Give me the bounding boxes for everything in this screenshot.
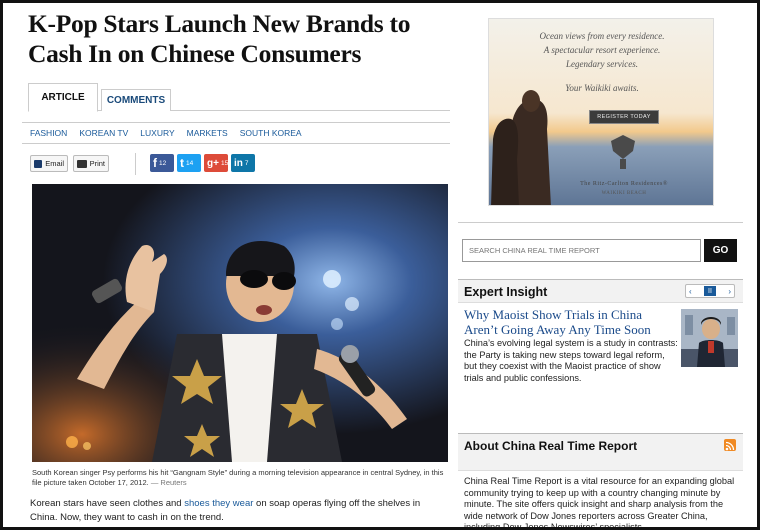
linkedin-count: 7 bbox=[244, 159, 249, 167]
caption-text: South Korean singer Psy performs his hit… bbox=[32, 468, 444, 487]
body-text-start: Korean stars have seen clothes and bbox=[30, 498, 185, 509]
about-title: About China Real Time Report bbox=[464, 439, 638, 453]
topic-luxury[interactable]: LUXURY bbox=[140, 128, 174, 138]
chevron-right-icon[interactable]: › bbox=[728, 287, 731, 296]
linkedin-icon: in bbox=[234, 157, 243, 169]
article-body: Korean stars have seen clothes and shoes… bbox=[30, 497, 450, 524]
print-button[interactable]: Print bbox=[73, 155, 109, 172]
topic-links: FASHION KOREAN TV LUXURY MARKETS SOUTH K… bbox=[22, 122, 450, 144]
expert-insight-title: Expert Insight bbox=[464, 285, 548, 299]
envelope-icon bbox=[34, 159, 43, 168]
facebook-count: 12 bbox=[159, 159, 167, 167]
ad-line-3: Legendary services. bbox=[566, 59, 638, 69]
googleplus-count: 15 bbox=[220, 159, 229, 167]
chevron-left-icon[interactable]: ‹ bbox=[689, 287, 692, 296]
caption-source: — Reuters bbox=[148, 478, 187, 487]
email-label: Email bbox=[45, 159, 64, 168]
rss-glyph bbox=[725, 441, 735, 451]
resort-advertisement[interactable]: Ocean views from every residence. A spec… bbox=[488, 18, 714, 206]
topic-fashion[interactable]: FASHION bbox=[30, 128, 67, 138]
search-input[interactable] bbox=[462, 239, 701, 262]
about-header: About China Real Time Report bbox=[458, 433, 743, 471]
ad-brand: The Ritz-Carlton Residences® bbox=[580, 181, 668, 187]
article-tabs: ARTICLE COMMENTS bbox=[28, 83, 450, 112]
twitter-count: 14 bbox=[186, 159, 194, 167]
about-description: China Real Time Report is a vital resour… bbox=[464, 476, 735, 530]
expert-insight-summary: China’s evolving legal system is a study… bbox=[464, 338, 678, 383]
expert-pager: ‹ II › bbox=[685, 284, 735, 298]
printer-icon bbox=[77, 159, 87, 168]
tab-comments[interactable]: COMMENTS bbox=[101, 89, 171, 111]
email-button[interactable]: Email bbox=[30, 155, 68, 172]
register-today-button[interactable]: REGISTER TODAY bbox=[589, 110, 659, 124]
twitter-icon: t bbox=[180, 156, 184, 170]
ad-line-2: A spectacular resort experience. bbox=[543, 45, 661, 55]
linkedin-share-button[interactable]: in 7 bbox=[231, 154, 255, 172]
tab-article[interactable]: ARTICLE bbox=[28, 83, 98, 112]
photo-caption: South Korean singer Psy performs his hit… bbox=[32, 468, 446, 488]
rss-icon[interactable] bbox=[724, 439, 736, 451]
article-photo bbox=[32, 184, 448, 462]
pause-icon[interactable]: II bbox=[704, 286, 716, 296]
googleplus-share-button[interactable]: g+ 15 bbox=[204, 154, 228, 172]
sidebar-divider bbox=[458, 222, 743, 223]
article-headline: K-Pop Stars Launch New Brands to Cash In… bbox=[28, 9, 411, 68]
googleplus-icon: g+ bbox=[207, 157, 219, 169]
ad-copy: Ocean views from every residence. A spec… bbox=[489, 29, 713, 71]
page-frame: K-Pop Stars Launch New Brands to Cash In… bbox=[0, 0, 760, 530]
courtroom-thumbnail-illustration bbox=[681, 309, 738, 367]
print-label: Print bbox=[89, 159, 105, 168]
performer-illustration bbox=[32, 184, 448, 462]
expert-insight-thumbnail[interactable] bbox=[681, 309, 738, 367]
ad-line-1: Ocean views from every residence. bbox=[539, 31, 665, 41]
ad-brand-sub: WAIKIKI BEACH bbox=[601, 191, 647, 196]
shoes-link[interactable]: shoes they wear bbox=[184, 498, 253, 509]
facebook-icon: f bbox=[153, 156, 157, 170]
twitter-share-button[interactable]: t 14 bbox=[177, 154, 201, 172]
topic-markets[interactable]: MARKETS bbox=[187, 128, 228, 138]
topic-korean-tv[interactable]: KOREAN TV bbox=[79, 128, 128, 138]
facebook-share-button[interactable]: f 12 bbox=[150, 154, 174, 172]
expert-insight-header: Expert Insight ‹ II › bbox=[458, 279, 743, 303]
search-go-button[interactable]: GO bbox=[704, 239, 737, 262]
topic-south-korea[interactable]: SOUTH KOREA bbox=[240, 128, 302, 138]
expert-insight-headline[interactable]: Why Maoist Show Trials in China Aren’t G… bbox=[464, 307, 676, 337]
share-toolbar: Email Print f 12 t 14 g+ 15 in 7 bbox=[22, 153, 450, 175]
share-divider bbox=[135, 153, 136, 175]
ad-line-4: Your Waikiki awaits. bbox=[565, 83, 639, 93]
